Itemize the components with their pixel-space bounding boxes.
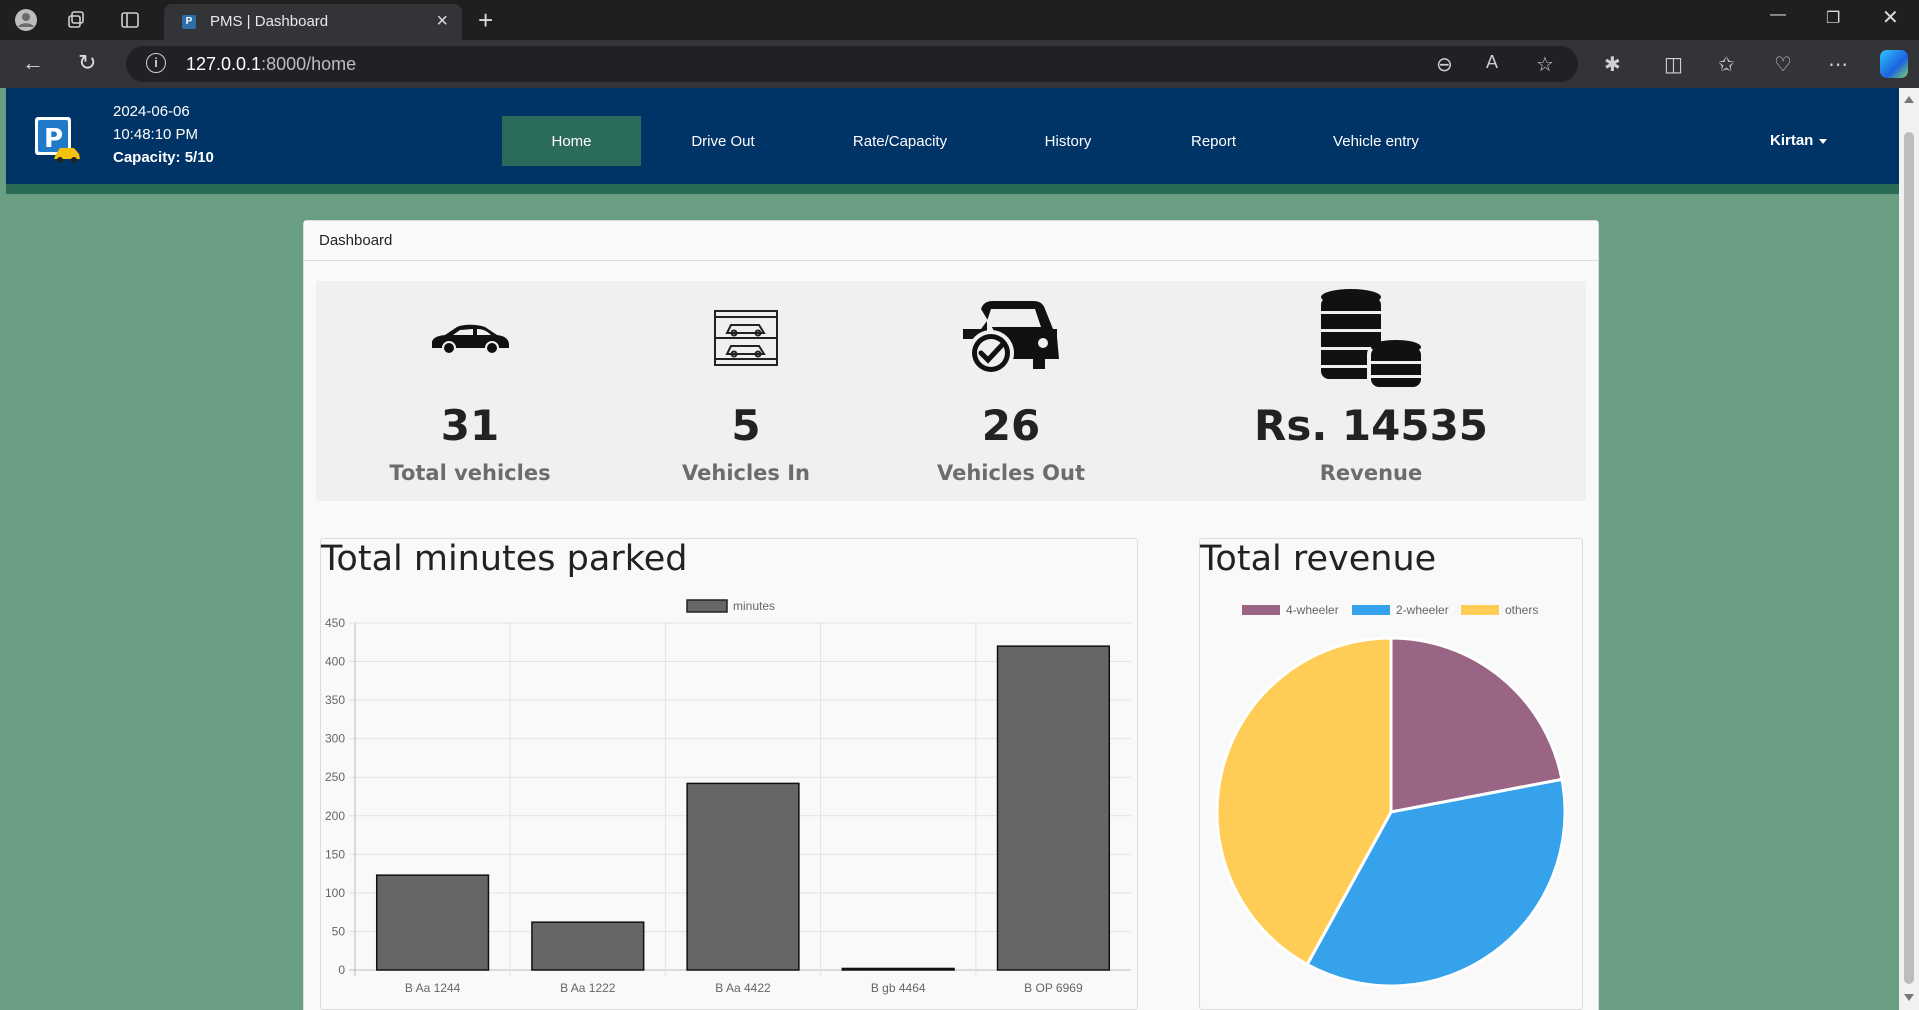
nav-rate-capacity[interactable]: Rate/Capacity (805, 116, 995, 166)
parking-garage-icon (713, 309, 779, 372)
close-tab-icon[interactable]: × (436, 10, 448, 33)
minimize-icon[interactable]: — (1770, 6, 1786, 24)
current-time: 10:48:10 PM (113, 126, 199, 143)
browser-tab[interactable]: P PMS | Dashboard × (164, 4, 462, 40)
datetime-block: 2024-06-06 10:48:10 PM Capacity: 5/10 (113, 100, 214, 169)
copilot-icon[interactable] (1880, 50, 1908, 78)
car-check-icon (959, 299, 1063, 382)
favicon-icon: P (182, 15, 196, 29)
favorites-icon[interactable]: ✩ (1718, 52, 1735, 77)
y-tick-label: 200 (325, 809, 345, 823)
extensions-icon[interactable]: ✱ (1604, 52, 1621, 77)
back-icon[interactable]: ← (22, 50, 44, 76)
stat-label: Total vehicles (389, 461, 551, 485)
bar-b-aa-1222 (531, 921, 645, 971)
revenue-pie-chart: 4-wheeler 2-wheeler others (1215, 603, 1567, 988)
y-tick-label: 100 (325, 886, 345, 900)
stat-value: 31 (440, 401, 500, 450)
legend-label: others (1505, 603, 1538, 617)
scroll-down-icon[interactable] (1904, 994, 1914, 1001)
legend-swatch (1352, 605, 1390, 615)
card-header: Dashboard (304, 221, 1598, 261)
favorite-star-icon[interactable]: ☆ (1536, 52, 1554, 77)
minutes-chart-panel: Total minutes parked minutes 450 400 350 300… (320, 538, 1138, 1010)
legend-label: 2-wheeler (1396, 603, 1449, 617)
nav-history[interactable]: History (995, 116, 1141, 166)
stat-label: Vehicles In (682, 461, 810, 485)
read-aloud-icon[interactable]: A (1486, 52, 1498, 73)
more-menu-icon[interactable]: ⋯ (1828, 52, 1848, 77)
page-scrollbar[interactable] (1899, 88, 1919, 1010)
y-tick-label: 400 (325, 655, 345, 669)
revenue-chart-panel: Total revenue 4-wheeler 2-wheeler others (1199, 538, 1583, 1010)
app-navbar: P 2024-06-06 10:48:10 PM Capacity: 5/10 … (6, 88, 1899, 194)
dashboard-card: Dashboard 31 Total vehicles 5 Vehicles I… (303, 220, 1599, 1010)
x-tick-label: B Aa 1222 (560, 981, 616, 995)
nav-report[interactable]: Report (1141, 116, 1286, 166)
coins-icon (1319, 289, 1423, 394)
legend-label: minutes (733, 599, 775, 613)
nav-home[interactable]: Home (502, 116, 641, 166)
browser-essentials-icon[interactable]: ♡ (1774, 52, 1792, 77)
stat-label: Revenue (1319, 461, 1423, 485)
url-field[interactable]: i 127.0.0.1:8000/home (126, 46, 1578, 82)
y-tick-label: 450 (325, 616, 345, 630)
zoom-out-icon[interactable]: ⊖ (1436, 52, 1453, 77)
y-tick-label: 300 (325, 732, 345, 746)
y-tick-label: 350 (325, 693, 345, 707)
x-tick-label: B Aa 1244 (405, 981, 461, 995)
scroll-up-icon[interactable] (1904, 96, 1914, 103)
legend-swatch (1242, 605, 1280, 615)
x-tick-label: B OP 6969 (1024, 981, 1083, 995)
stat-value: 5 (731, 401, 761, 450)
x-tick-label: B Aa 4422 (715, 981, 771, 995)
tab-actions-icon[interactable] (118, 8, 142, 32)
refresh-icon[interactable]: ↻ (78, 50, 96, 76)
legend-swatch (686, 599, 728, 613)
y-tick-label: 150 (325, 847, 345, 861)
caret-down-icon (1819, 138, 1828, 144)
new-tab-icon[interactable]: + (478, 5, 493, 36)
tab-title: PMS | Dashboard (210, 13, 329, 30)
address-bar-row: ← ↻ i 127.0.0.1:8000/home ⊖ A ☆ ✱ ◫ ✩ ♡ … (0, 40, 1919, 88)
bar-b-aa-4422 (686, 782, 800, 971)
browser-titlebar: P PMS | Dashboard × + — ❐ ✕ (0, 0, 1919, 40)
split-screen-icon[interactable]: ◫ (1664, 52, 1683, 77)
bar-b-op-6969 (996, 645, 1111, 971)
stats-panel: 31 Total vehicles 5 Vehicles In 26 Vehic… (316, 281, 1586, 501)
chart-legend: minutes (686, 599, 775, 613)
stat-value: Rs. 14535 (1253, 401, 1489, 450)
url-text: 127.0.0.1:8000/home (186, 54, 357, 74)
bar-b-gb-4464 (841, 967, 955, 971)
site-info-icon[interactable]: i (146, 53, 166, 73)
y-tick-label: 0 (338, 963, 345, 977)
stat-label: Vehicles Out (936, 461, 1086, 485)
chart-legend: 4-wheeler 2-wheeler others (1242, 603, 1538, 617)
user-dropdown[interactable]: Kirtan (1770, 132, 1828, 149)
minutes-bar-chart: minutes 450 400 350 300 250 200 150 100 50 0 B Aa 1… (325, 599, 1131, 995)
nav-drive-out[interactable]: Drive Out (641, 116, 805, 166)
stat-value: 26 (981, 401, 1041, 450)
y-tick-label: 250 (325, 770, 345, 784)
current-date: 2024-06-06 (113, 103, 190, 120)
close-window-icon[interactable]: ✕ (1882, 5, 1899, 30)
capacity-text: Capacity: 5/10 (113, 149, 214, 166)
scrollbar-thumb[interactable] (1904, 132, 1914, 984)
profile-icon[interactable] (14, 8, 38, 32)
y-tick-label: 50 (332, 924, 346, 938)
restore-icon[interactable]: ❐ (1826, 8, 1840, 28)
bar-b-aa-1244 (375, 874, 490, 971)
parking-logo-icon[interactable]: P (34, 116, 82, 164)
nav-vehicle-entry[interactable]: Vehicle entry (1286, 116, 1466, 166)
legend-label: 4-wheeler (1286, 603, 1339, 617)
nav-links: Home Drive Out Rate/Capacity History Rep… (502, 116, 1466, 166)
car-icon (429, 321, 511, 360)
x-tick-label: B gb 4464 (871, 981, 926, 995)
workspaces-icon[interactable] (64, 8, 88, 32)
legend-swatch (1461, 605, 1499, 615)
